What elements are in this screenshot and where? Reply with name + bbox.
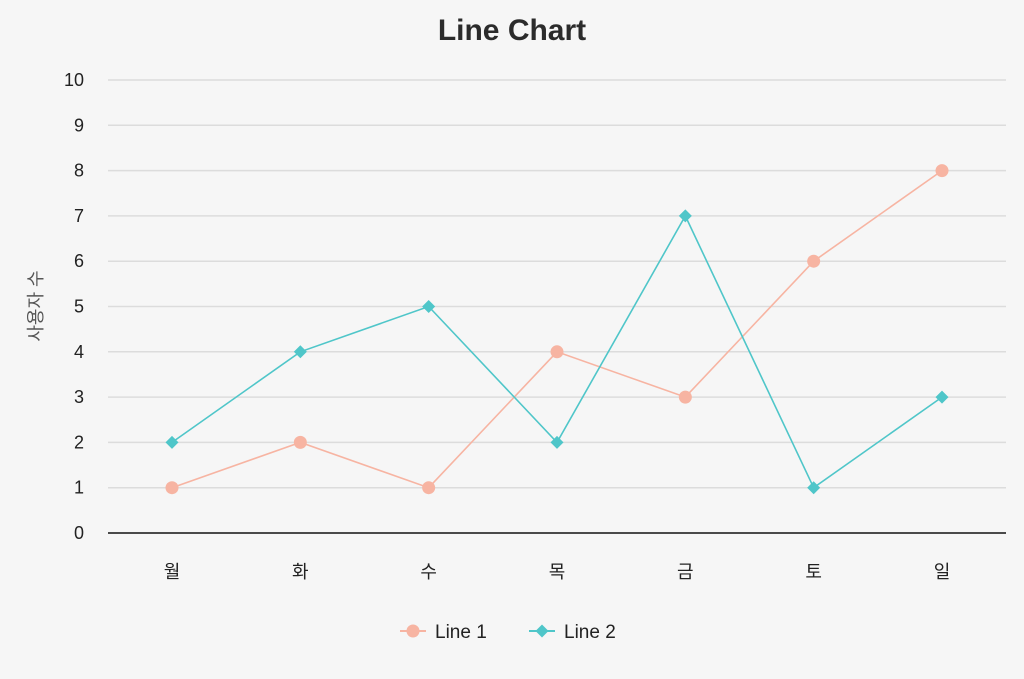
x-tick-label: 월 — [164, 562, 181, 582]
data-point — [678, 390, 692, 404]
y-tick-label: 0 — [74, 523, 84, 543]
series-group — [165, 164, 949, 495]
data-point — [935, 390, 949, 404]
x-tick-label: 목 — [549, 562, 566, 582]
data-point — [807, 481, 821, 495]
y-tick-label: 4 — [74, 342, 84, 362]
x-tick-label: 금 — [677, 562, 694, 582]
y-tick-label: 3 — [74, 387, 84, 407]
data-point — [678, 209, 692, 223]
legend-marker — [535, 624, 549, 638]
line-chart: Line Chart 사용자 수 0 1 2 3 4 5 6 7 8 9 10 월 화 수 목 금 토 일 Li… — [26, 14, 1006, 643]
legend-label: Line 2 — [564, 622, 616, 643]
y-tick-label: 5 — [74, 297, 84, 317]
data-point — [935, 164, 949, 178]
data-point — [293, 435, 307, 449]
x-axis-ticks: 월화수목금토일 — [164, 562, 951, 582]
y-tick-label: 8 — [74, 161, 84, 181]
x-tick-label: 토 — [805, 562, 822, 582]
y-tick-label: 10 — [64, 70, 84, 90]
legend-label: Line 1 — [435, 622, 487, 643]
x-tick-label: 일 — [934, 562, 951, 582]
x-tick-label: 수 — [420, 562, 437, 582]
data-point — [807, 254, 821, 268]
data-point — [165, 481, 179, 495]
data-point — [293, 345, 307, 359]
data-point — [165, 435, 179, 449]
y-axis-ticks: 0 1 2 3 4 5 6 7 8 9 10 — [64, 70, 84, 543]
y-tick-label: 6 — [74, 251, 84, 271]
y-axis-label: 사용자 수 — [26, 270, 46, 341]
chart-title: Line Chart — [438, 14, 586, 47]
y-tick-label: 2 — [74, 432, 84, 452]
legend-item-1: Line 1 — [400, 622, 487, 643]
data-point — [550, 345, 564, 359]
y-tick-label: 1 — [74, 478, 84, 498]
data-point — [422, 481, 436, 495]
y-tick-label: 7 — [74, 206, 84, 226]
legend-marker — [406, 624, 420, 638]
legend: Line 1 Line 2 — [400, 622, 616, 643]
x-tick-label: 화 — [292, 562, 309, 582]
y-tick-label: 9 — [74, 115, 84, 135]
grid-lines — [108, 79, 1006, 489]
legend-item-2: Line 2 — [529, 622, 616, 643]
